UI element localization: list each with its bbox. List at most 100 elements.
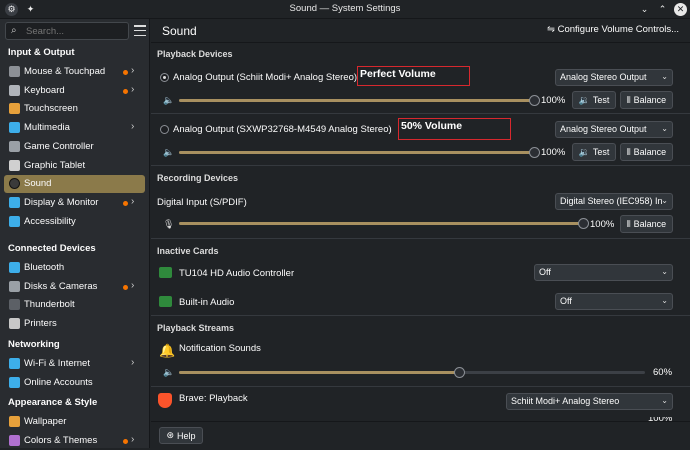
sidebar-item-colors-themes[interactable]: Colors & Themes › [4,432,145,450]
sidebar-item-touchscreen[interactable]: Touchscreen [4,100,145,118]
balance-button[interactable]: ⫴ Balance [620,91,673,109]
sidebar-item-disks-cameras[interactable]: Disks & Cameras › [4,278,145,296]
search-field[interactable]: ⌕ [5,22,129,40]
sidebar-item-printers[interactable]: Printers [4,315,145,333]
balance-icon: ⫴ [626,94,631,105]
chevron-right-icon: › [131,195,135,207]
device-profile-value: Analog Stereo Output [560,124,647,134]
sidebar-item-game-controller[interactable]: Game Controller [4,138,145,156]
sidebar-item-label: Graphic Tablet [24,159,86,171]
chevron-down-icon: ⌄ [661,196,668,205]
card-profile-value: Off [560,296,572,306]
title-bar: ⚙ ✦ Sound — System Settings ⌄ ⌃ ✕ [0,0,690,19]
minimize-icon[interactable]: ⌄ [638,3,651,16]
default-device-radio[interactable] [160,73,169,82]
test-button[interactable]: 🔉 Test [572,91,616,109]
wifi-icon [9,358,20,369]
test-label: Test [592,95,610,105]
sidebar-item-label: Printers [24,318,57,330]
volume-handle[interactable] [529,147,540,158]
stream-device-combo[interactable]: Schiit Modi+ Analog Stereo ⌄ [506,393,673,410]
chevron-right-icon: › [131,279,135,291]
multimedia-icon [9,122,20,134]
sidebar-item-graphic-tablet[interactable]: Graphic Tablet [4,157,145,175]
sidebar-item-label: Multimedia [24,122,70,134]
test-button[interactable]: 🔉 Test [572,143,616,161]
thunderbolt-icon [9,299,20,311]
speaker-icon[interactable]: 🔈 [163,367,174,378]
stream-device-value: Schiit Modi+ Analog Stereo [511,396,620,406]
volume-handle[interactable] [529,95,540,106]
volume-fill [179,222,583,225]
card-profile-combo[interactable]: Off ⌄ [534,264,673,281]
volume-percent: 100% [590,219,615,230]
stream-name: Notification Sounds [179,343,261,354]
notification-dot [123,438,128,444]
sidebar-item-accessibility[interactable]: Accessibility [4,213,145,231]
online-accounts-icon [9,376,20,388]
device-profile-value: Analog Stereo Output [560,72,647,82]
device-profile-combo[interactable]: Analog Stereo Output ⌄ [555,121,673,138]
main-panel: Sound ⇋ Configure Volume Controls... Pla… [151,19,690,448]
sidebar-item-mouse-touchpad[interactable]: Mouse & Touchpad › [4,63,145,81]
sidebar-item-label: Game Controller [24,140,94,152]
volume-slider[interactable] [179,147,540,158]
help-icon: ⊛ [166,430,175,440]
close-icon[interactable]: ✕ [674,3,687,16]
sidebar-item-label: Display & Monitor [24,196,99,208]
sidebar-item-keyboard[interactable]: Keyboard › [4,82,145,100]
volume-percent: 100% [541,147,566,158]
chevron-right-icon: › [131,121,135,133]
volume-slider[interactable] [179,367,645,378]
speaker-icon[interactable]: 🔈 [163,147,174,158]
search-icon: ⌕ [11,25,17,36]
card-name: Built-in Audio [179,297,235,308]
sidebar-item-thunderbolt[interactable]: Thunderbolt [4,296,145,314]
microphone-icon[interactable]: 🎙 [163,219,174,230]
maximize-icon[interactable]: ⌃ [656,3,669,16]
volume-slider[interactable] [179,218,589,229]
sidebar-item-multimedia[interactable]: Multimedia › [4,119,145,137]
wallpaper-icon [9,416,20,427]
sidebar-item-online-accounts[interactable]: Online Accounts [4,374,145,392]
help-button[interactable]: ⊛ Help [159,427,203,444]
sidebar-item-wi-fi-internet[interactable]: Wi-Fi & Internet › [4,355,145,373]
sidebar-item-wallpaper[interactable]: Wallpaper [4,413,145,431]
chevron-right-icon: › [131,433,135,445]
test-icon: 🔉 [578,94,590,105]
search-input[interactable] [26,25,126,38]
balance-button[interactable]: ⫴ Balance [620,215,673,233]
sidebar-item-label: Wi-Fi & Internet [24,358,90,369]
volume-slider[interactable] [179,95,540,106]
inactive-cards-heading: Inactive Cards [157,246,219,256]
sidebar-section-heading: Connected Devices [8,243,96,254]
sidebar-item-sound[interactable]: Sound [4,175,145,194]
divider [151,315,690,316]
hamburger-menu-icon[interactable] [134,25,146,36]
default-device-radio[interactable] [160,125,169,134]
chevron-down-icon: ⌄ [661,124,668,133]
device-name: Analog Output (SXWP32768-M4549 Analog St… [173,124,392,135]
page-title: Sound [162,24,197,38]
notification-dot [123,88,128,94]
configure-volume-controls-button[interactable]: ⇋ Configure Volume Controls... [547,24,679,35]
device-name: Analog Output (Schiit Modi+ Analog Stere… [173,72,358,83]
volume-handle[interactable] [453,367,465,378]
chevron-right-icon: › [131,65,135,76]
brave-icon [158,393,172,408]
sidebar-item-label: Mouse & Touchpad [24,66,106,77]
annotation-perfect-volume: Perfect Volume [357,66,470,86]
speaker-icon[interactable]: 🔈 [163,95,174,106]
divider [151,113,690,114]
volume-percent: 100% [541,95,566,106]
device-profile-combo[interactable]: Analog Stereo Output ⌄ [555,69,673,86]
window-title: Sound — System Settings [289,3,401,14]
sidebar-item-bluetooth[interactable]: Bluetooth [4,259,145,277]
card-profile-combo[interactable]: Off ⌄ [555,293,673,310]
sound-card-icon [159,296,172,307]
device-profile-combo[interactable]: Digital Stereo (IEC958) In ⌄ [555,193,673,210]
balance-button[interactable]: ⫴ Balance [620,143,673,161]
sidebar-item-display-monitor[interactable]: Display & Monitor › [4,194,145,212]
chevron-down-icon: ⌄ [661,296,668,305]
volume-handle[interactable] [578,218,589,229]
